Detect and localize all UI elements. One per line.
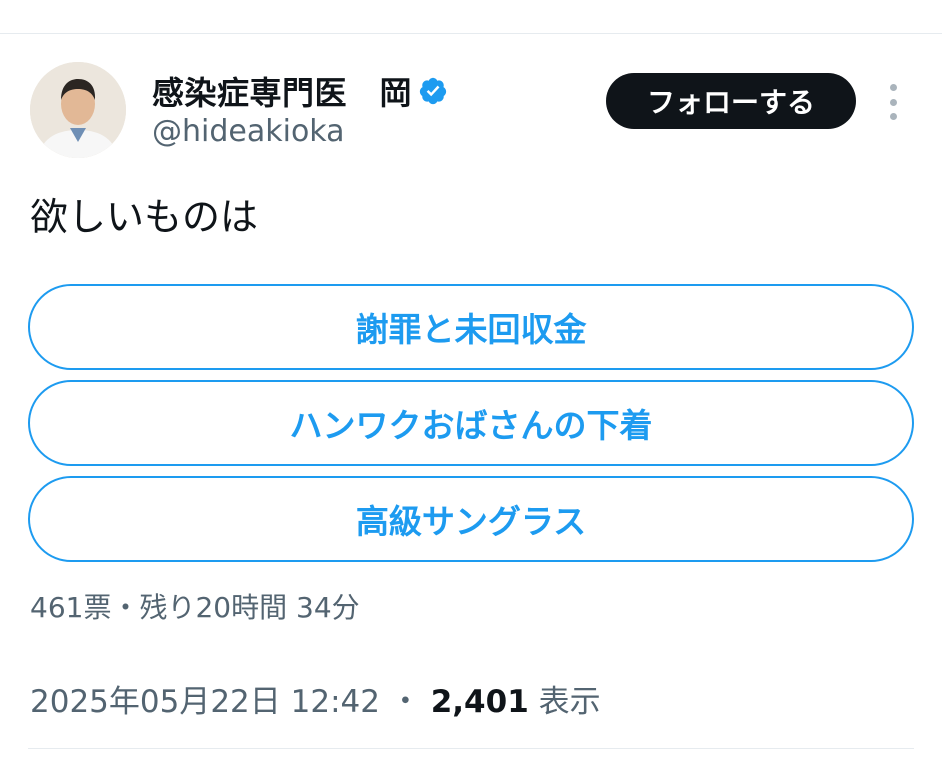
tweet-meta: 2025年05月22日 12:42 ・ 2,401 表示	[30, 676, 601, 721]
more-dot	[889, 113, 897, 120]
bottom-divider	[28, 748, 914, 749]
follow-button[interactable]: フォローする	[606, 73, 856, 129]
poll-time-remaining: 残り20時間 34分	[139, 591, 360, 624]
poll-option[interactable]: 謝罪と未回収金	[28, 284, 914, 370]
more-dot	[889, 98, 897, 106]
verified-badge-icon	[418, 76, 448, 106]
author-display-name[interactable]: 感染症専門医 岡	[152, 68, 412, 114]
top-divider	[0, 33, 942, 34]
poll-meta: 461票・残り20時間 34分	[30, 586, 360, 626]
poll-option[interactable]: 高級サングラス	[28, 476, 914, 562]
tweet-timestamp[interactable]: 2025年05月22日 12:42	[30, 684, 380, 720]
views-label: 表示	[538, 684, 601, 720]
more-dot	[889, 84, 897, 91]
poll: 謝罪と未回収金 ハンワクおばさんの下着 高級サングラス	[28, 284, 914, 572]
meta-separator: ・	[389, 684, 421, 720]
author-handle[interactable]: @hideakioka	[152, 114, 345, 149]
author-display-name-row[interactable]: 感染症専門医 岡	[152, 68, 448, 114]
poll-votes: 461票	[30, 591, 112, 624]
tweet-text: 欲しいものは	[30, 195, 259, 239]
views-count: 2,401	[430, 684, 529, 720]
avatar[interactable]	[30, 62, 126, 158]
poll-option[interactable]: ハンワクおばさんの下着	[28, 380, 914, 466]
poll-meta-separator: ・	[111, 591, 140, 624]
more-options-icon[interactable]	[878, 84, 908, 120]
